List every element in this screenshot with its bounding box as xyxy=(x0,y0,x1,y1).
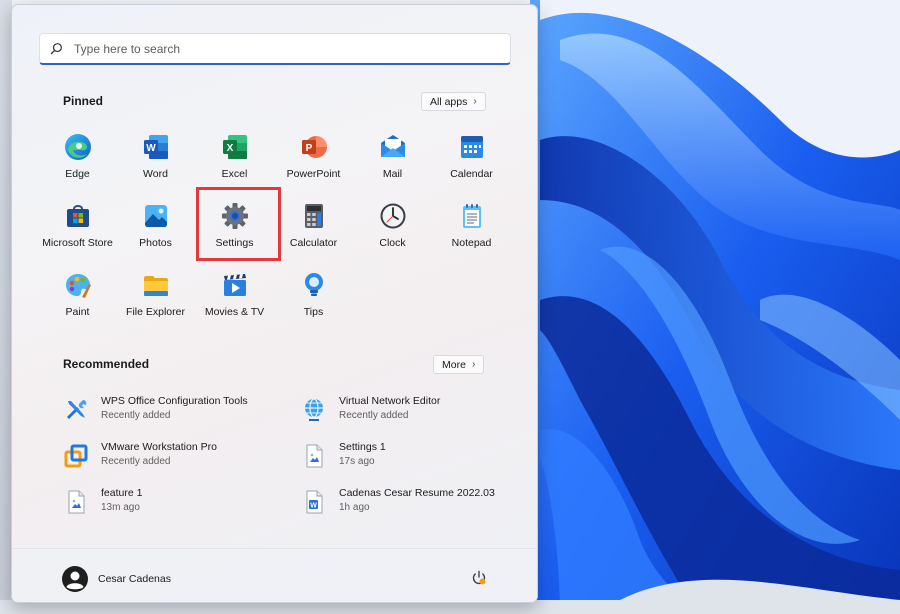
svg-text:W: W xyxy=(146,143,156,154)
svg-text:W: W xyxy=(310,502,317,509)
search-input[interactable] xyxy=(74,41,474,56)
pinned-app-label: Microsoft Store xyxy=(42,237,113,249)
word-icon: W xyxy=(143,135,168,159)
calculator-icon xyxy=(304,204,323,228)
paint-icon xyxy=(65,274,91,298)
start-menu: Pinned All apps › Edge W Word X xyxy=(11,4,538,603)
pinned-app-edge[interactable]: Edge xyxy=(38,129,117,189)
pinned-app-label: Clock xyxy=(379,237,406,249)
recommended-item-name: feature 1 xyxy=(101,487,143,499)
pinned-app-clock[interactable]: Clock xyxy=(353,198,432,258)
recommended-item-name: WPS Office Configuration Tools xyxy=(101,395,248,407)
lightbulb-icon xyxy=(304,273,323,296)
pinned-app-label: File Explorer xyxy=(126,306,185,318)
recommended-item[interactable]: W Cadenas Cesar Resume 2022.03 1h ago xyxy=(301,487,521,523)
clock-icon xyxy=(380,203,405,229)
movies-icon xyxy=(223,274,246,296)
recommended-item[interactable]: Virtual Network Editor Recently added xyxy=(301,395,521,431)
notepad-icon xyxy=(462,204,481,228)
avatar xyxy=(62,566,88,592)
pinned-app-notepad[interactable]: Notepad xyxy=(432,198,511,258)
pinned-app-calendar[interactable]: Calendar xyxy=(432,129,511,189)
image-file-icon xyxy=(68,490,85,514)
recommended-item[interactable]: VMware Workstation Pro Recently added xyxy=(63,441,283,477)
pinned-app-label: Tips xyxy=(303,306,324,318)
pinned-app-excel[interactable]: X Excel xyxy=(195,129,274,189)
more-label: More xyxy=(442,358,466,371)
pinned-app-calculator[interactable]: Calculator xyxy=(274,198,353,258)
recommended-item-time: 1h ago xyxy=(339,502,370,513)
pinned-app-tips[interactable]: Tips xyxy=(274,267,353,327)
svg-text:X: X xyxy=(226,143,233,154)
pinned-app-mail[interactable]: Mail xyxy=(353,129,432,189)
recommended-item[interactable]: feature 1 13m ago xyxy=(63,487,283,523)
pinned-app-label: PowerPoint xyxy=(286,168,341,180)
all-apps-label: All apps xyxy=(430,95,468,108)
chevron-right-icon: › xyxy=(471,359,476,370)
pinned-app-label: Calendar xyxy=(450,168,493,180)
user-name: Cesar Cadenas xyxy=(98,573,171,585)
pinned-app-label: Mail xyxy=(382,168,403,180)
folder-icon xyxy=(143,276,168,296)
word-file-icon: W xyxy=(306,490,323,514)
settings-highlight-box xyxy=(196,187,281,261)
recommended-item-name: VMware Workstation Pro xyxy=(101,441,217,453)
chevron-right-icon: › xyxy=(473,96,477,107)
svg-text:P: P xyxy=(305,143,312,154)
powerpoint-icon: P xyxy=(301,136,327,158)
search-icon xyxy=(50,41,66,57)
pinned-app-label: Paint xyxy=(65,306,90,318)
globe-icon xyxy=(305,398,323,421)
tools-icon xyxy=(67,400,87,419)
pinned-app-word[interactable]: W Word xyxy=(116,129,195,189)
recommended-item-name: Virtual Network Editor xyxy=(339,395,441,407)
pinned-app-label: Excel xyxy=(221,168,248,180)
recommended-item-time: Recently added xyxy=(339,410,409,421)
start-menu-footer: Cesar Cadenas xyxy=(12,548,537,602)
pinned-app-label: Movies & TV xyxy=(204,306,265,318)
recommended-item-time: Recently added xyxy=(101,456,171,467)
pinned-app-label: Word xyxy=(143,168,168,180)
calendar-icon xyxy=(460,136,483,158)
recommended-item-time: 13m ago xyxy=(101,502,140,513)
vmware-icon xyxy=(64,444,88,468)
power-icon[interactable] xyxy=(471,570,487,586)
pinned-app-photos[interactable]: Photos xyxy=(116,198,195,258)
pinned-app-label: Calculator xyxy=(289,237,338,249)
recommended-item[interactable]: Settings 1 17s ago xyxy=(301,441,521,477)
pinned-app-file-explorer[interactable]: File Explorer xyxy=(116,267,195,327)
recommended-item-name: Cadenas Cesar Resume 2022.03 xyxy=(339,487,495,499)
photos-icon xyxy=(144,205,167,227)
image-file-icon xyxy=(306,444,323,468)
pinned-app-label: Notepad xyxy=(451,237,492,249)
recommended-item[interactable]: WPS Office Configuration Tools Recently … xyxy=(63,395,283,431)
all-apps-button[interactable]: All apps › xyxy=(421,92,486,111)
pinned-app-powerpoint[interactable]: P PowerPoint xyxy=(274,129,353,189)
pinned-title: Pinned xyxy=(63,94,104,108)
excel-icon: X xyxy=(222,135,247,159)
pinned-app-paint[interactable]: Paint xyxy=(38,267,117,327)
recommended-item-name: Settings 1 xyxy=(339,441,386,453)
recommended-item-time: Recently added xyxy=(101,410,171,421)
search-box[interactable] xyxy=(39,33,511,65)
recommended-title: Recommended xyxy=(63,357,150,371)
user-account-button[interactable]: Cesar Cadenas xyxy=(62,566,171,592)
pinned-app-movies-tv[interactable]: Movies & TV xyxy=(195,267,274,327)
pinned-app-label: Photos xyxy=(139,237,172,249)
more-button[interactable]: More › xyxy=(433,355,485,374)
pinned-app-microsoft-store[interactable]: Microsoft Store xyxy=(38,198,117,258)
edge-icon xyxy=(64,134,91,160)
store-icon xyxy=(66,205,89,227)
pinned-app-label: Edge xyxy=(65,168,90,180)
mail-icon xyxy=(380,135,405,157)
recommended-item-time: 17s ago xyxy=(339,456,375,467)
